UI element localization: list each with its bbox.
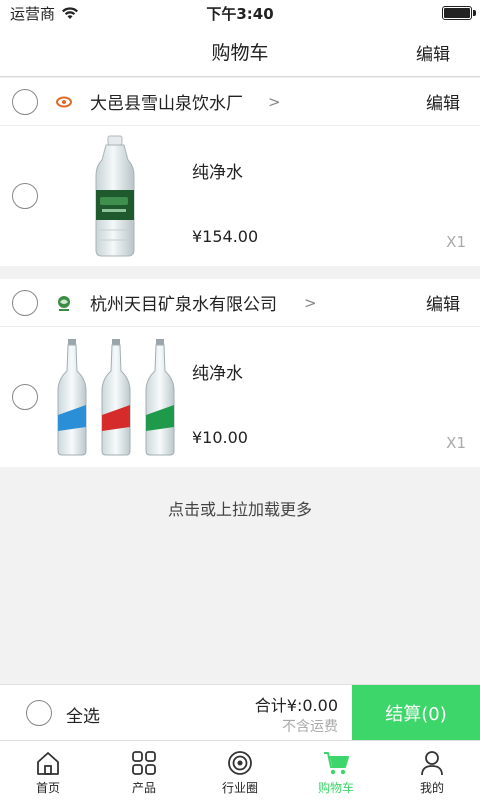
- tab-home[interactable]: 首页: [0, 741, 96, 800]
- profile-icon: [421, 751, 443, 776]
- battery-icon: [442, 6, 476, 20]
- item-checkbox[interactable]: [12, 384, 38, 410]
- chevron-right-icon[interactable]: >: [268, 93, 281, 111]
- store-checkbox[interactable]: [12, 89, 38, 115]
- product-image[interactable]: [56, 134, 178, 258]
- store-name[interactable]: 大邑县雪山泉饮水厂: [90, 89, 243, 114]
- store-edit-button[interactable]: 编辑: [426, 89, 460, 114]
- store-logo-icon: [56, 96, 72, 108]
- item-price: ¥154.00: [192, 227, 259, 246]
- grid-icon: [132, 751, 156, 775]
- store-name[interactable]: 杭州天目矿泉水有限公司: [90, 290, 277, 315]
- cart-footer: 全选 合计¥:0.00 不含运费 结算(0): [0, 684, 480, 741]
- status-left: 运营商: [10, 3, 79, 24]
- chevron-right-icon[interactable]: >: [304, 294, 317, 312]
- cart-item: 纯净水 ¥10.00 X1: [0, 327, 480, 467]
- cart-icon: [324, 752, 349, 775]
- store-logo-icon: [58, 296, 70, 311]
- bottle-red: [101, 339, 131, 456]
- cart-item: 纯净水 ¥154.00 X1: [0, 126, 480, 266]
- checkout-button[interactable]: 结算(0): [352, 685, 480, 741]
- store-edit-button[interactable]: 编辑: [426, 290, 460, 315]
- tab-label: 首页: [35, 781, 60, 795]
- tab-label: 行业圈: [221, 781, 258, 795]
- tab-cart[interactable]: 购物车: [288, 741, 384, 800]
- item-price: ¥10.00: [192, 428, 248, 447]
- item-checkbox[interactable]: [12, 183, 38, 209]
- tab-label: 购物车: [317, 781, 354, 795]
- wifi-icon: [62, 7, 79, 19]
- tab-profile[interactable]: 我的: [384, 741, 480, 800]
- status-bar: 运营商 下午3:40: [0, 0, 480, 26]
- select-all-label[interactable]: 全选: [66, 702, 100, 727]
- item-quantity: X1: [446, 434, 466, 452]
- item-name[interactable]: 纯净水: [192, 359, 243, 384]
- bottle-green: [145, 339, 175, 456]
- edit-cart-button[interactable]: 编辑: [416, 40, 450, 65]
- shipping-note: 不含运费: [282, 719, 338, 735]
- item-quantity: X1: [446, 233, 466, 251]
- nav-bar: 购物车 编辑: [0, 26, 480, 77]
- tab-industry[interactable]: 行业圈: [192, 741, 288, 800]
- item-name[interactable]: 纯净水: [192, 158, 243, 183]
- total-amount: 合计¥:0.00: [254, 696, 338, 715]
- store-checkbox[interactable]: [12, 290, 38, 316]
- product-image[interactable]: [56, 335, 178, 459]
- load-more-link[interactable]: 点击或上拉加载更多: [0, 496, 480, 520]
- store-header: 杭州天目矿泉水有限公司 > 编辑: [0, 279, 480, 327]
- tab-bar: 首页 产品 行业圈 购物车 我的: [0, 740, 480, 800]
- tab-products[interactable]: 产品: [96, 741, 192, 800]
- store-header: 大邑县雪山泉饮水厂 > 编辑: [0, 78, 480, 126]
- carrier-label: 运营商: [10, 4, 56, 23]
- tab-label: 产品: [131, 781, 156, 795]
- select-all-checkbox[interactable]: [26, 700, 52, 726]
- page-title: 购物车: [211, 41, 269, 64]
- cart-content: 大邑县雪山泉饮水厂 > 编辑 纯净水 ¥154.00 X1 杭州天目矿泉水有限公…: [0, 78, 480, 684]
- tab-label: 我的: [419, 781, 444, 795]
- circle-icon: [228, 751, 252, 775]
- home-icon: [37, 752, 59, 775]
- bottle-blue: [57, 339, 87, 456]
